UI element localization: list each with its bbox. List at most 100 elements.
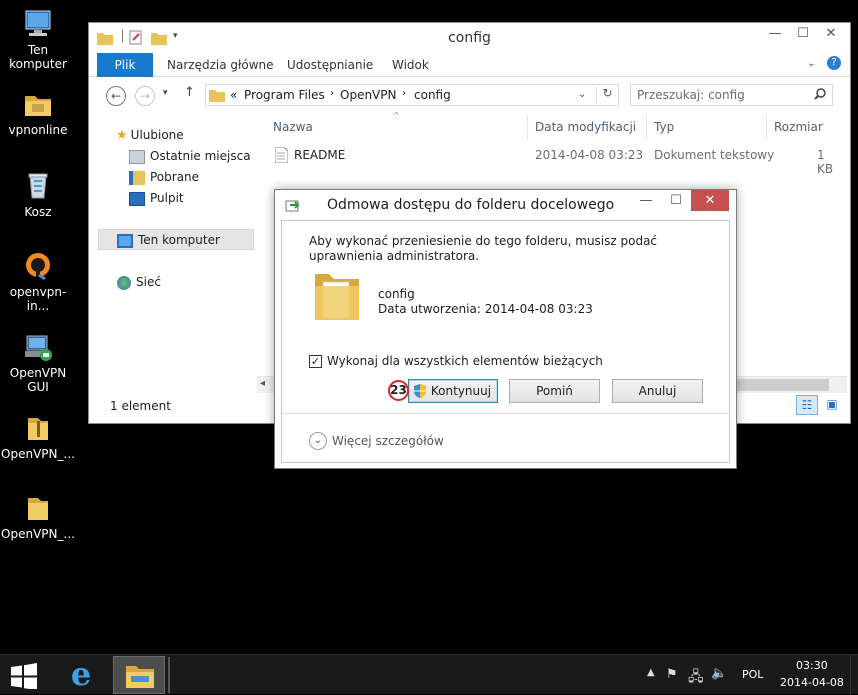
column-header-name[interactable]: Nazwa <box>273 120 313 134</box>
back-button[interactable]: ← <box>106 86 126 106</box>
nav-this-pc[interactable]: Ten komputer <box>117 231 220 249</box>
desktop-icon-label: OpenVPN_... <box>1 447 75 461</box>
skip-button[interactable]: Pomiń <box>509 379 600 403</box>
desktop-icon-openvpn-2[interactable]: OpenVPN_... <box>0 492 76 541</box>
taskbar-file-explorer[interactable] <box>113 656 165 694</box>
details-view-button[interactable]: ☷ <box>796 395 818 415</box>
minimize-button[interactable]: — <box>761 23 789 45</box>
dialog-minimize-button[interactable]: — <box>631 190 661 211</box>
column-header-size[interactable]: Rozmiar <box>774 120 823 134</box>
ribbon-tabs: Plik Narzędzia główne Udostępnianie Wido… <box>89 53 850 77</box>
desktop-icon-openvpn-1[interactable]: OpenVPN_... <box>0 412 76 461</box>
more-details-link[interactable]: Więcej szczegółów <box>332 434 444 448</box>
file-name: README <box>294 148 346 162</box>
nav-favorites[interactable]: ★ Ulubione <box>116 126 184 144</box>
table-row[interactable]: README 2014-04-08 03:23 Dokument tekstow… <box>269 144 844 176</box>
apply-to-all-label[interactable]: Wykonaj dla wszystkich elementów bieżący… <box>327 354 603 368</box>
breadcrumb-program-files[interactable]: Program Files <box>244 88 325 102</box>
recycle-bin-icon <box>22 170 54 202</box>
start-button[interactable] <box>10 663 38 692</box>
dialog-close-button[interactable]: ✕ <box>691 190 729 211</box>
nav-label: Pulpit <box>150 191 184 205</box>
breadcrumb-separator-icon[interactable]: › <box>330 88 334 99</box>
desktop-icon-label: OpenVPN_... <box>1 527 75 541</box>
internet-explorer-icon[interactable]: e <box>64 658 98 692</box>
text-file-icon <box>274 146 289 166</box>
computer-icon <box>22 8 54 40</box>
search-box[interactable]: Przeszukaj: config <box>630 84 833 106</box>
address-bar[interactable]: « Program Files › OpenVPN › config ⌄ ↻ <box>205 84 619 106</box>
desktop-icon-label: Ten komputer <box>9 43 67 71</box>
uac-shield-icon <box>413 383 427 406</box>
dialog-body: Aby wykonać przeniesienie do tego folder… <box>281 220 730 463</box>
recent-places-icon <box>129 149 145 164</box>
volume-icon[interactable]: 🔈 <box>711 666 727 681</box>
tab-share[interactable]: Udostępnianie <box>287 53 373 77</box>
desktop-icon-recycle-bin[interactable]: Kosz <box>0 170 76 219</box>
breadcrumb-config[interactable]: config <box>414 88 451 102</box>
forward-button[interactable]: → <box>135 86 155 106</box>
column-divider[interactable] <box>766 115 767 139</box>
tab-file[interactable]: Plik <box>97 53 153 77</box>
search-input[interactable]: Przeszukaj: config <box>637 88 745 102</box>
tab-view[interactable]: Widok <box>392 53 429 77</box>
show-desktop-button[interactable] <box>850 655 858 695</box>
maximize-button[interactable]: ☐ <box>789 23 817 45</box>
nav-desktop[interactable]: Pulpit <box>129 189 184 207</box>
access-denied-dialog: Odmowa dostępu do folderu docelowego — ☐… <box>274 189 737 469</box>
desktop-icon-vpnonline[interactable]: vpnonline <box>0 88 76 137</box>
address-dropdown-icon[interactable]: ⌄ <box>578 89 586 100</box>
help-icon[interactable]: ? <box>827 56 841 70</box>
network-status-icon[interactable]: 🖧 <box>688 666 704 690</box>
column-header-type[interactable]: Typ <box>654 120 674 134</box>
folder-icon <box>209 88 225 105</box>
column-divider[interactable] <box>527 115 528 139</box>
ribbon-expand-icon[interactable]: ⌄ <box>807 58 815 69</box>
nav-network[interactable]: Sieć <box>117 273 161 291</box>
breadcrumb-overflow[interactable]: « <box>230 88 237 102</box>
recent-locations-icon[interactable]: ▾ <box>163 88 168 98</box>
expand-details-icon[interactable]: ⌄ <box>309 432 327 450</box>
keyboard-layout[interactable]: POL <box>742 668 763 681</box>
item-date: Data utworzenia: 2014-04-08 03:23 <box>378 302 593 316</box>
large-icons-view-button[interactable]: ▣ <box>821 395 843 415</box>
taskbar-divider <box>168 657 170 693</box>
nav-downloads[interactable]: Pobrane <box>129 168 199 186</box>
tab-home[interactable]: Narzędzia główne <box>167 53 274 77</box>
desktop-icon-label: openvpn-in... <box>9 285 67 313</box>
breadcrumb-openvpn[interactable]: OpenVPN <box>340 88 396 102</box>
computer-icon <box>117 233 133 248</box>
dialog-separator <box>282 413 729 414</box>
cancel-button[interactable]: Anuluj <box>612 379 703 403</box>
clock-time[interactable]: 03:30 <box>796 659 828 672</box>
scroll-left-icon[interactable]: ◂ <box>260 378 265 389</box>
apply-to-all-checkbox[interactable]: ✓ <box>309 355 322 368</box>
column-divider[interactable] <box>646 115 647 139</box>
desktop-icon-this-pc[interactable]: Ten komputer <box>0 8 76 71</box>
column-header-modified[interactable]: Data modyfikacji <box>535 120 636 134</box>
desktop-icon-label: OpenVPN GUI <box>9 366 67 394</box>
search-icon[interactable] <box>813 87 827 104</box>
nav-favorites-label: Ulubione <box>130 128 184 142</box>
continue-button[interactable]: Kontynuuj <box>408 379 498 403</box>
refresh-button[interactable]: ↻ <box>596 86 618 104</box>
dialog-maximize-button[interactable]: ☐ <box>661 190 691 211</box>
desktop-icon-openvpn-gui[interactable]: OpenVPN GUI <box>0 331 76 394</box>
file-explorer-icon <box>125 663 155 692</box>
continue-label: Kontynuuj <box>430 384 492 398</box>
item-count: 1 element <box>110 399 171 413</box>
up-button[interactable]: ↑ <box>184 85 195 100</box>
action-center-icon[interactable]: ⚑ <box>666 667 678 682</box>
clock-date[interactable]: 2014-04-08 <box>780 676 844 689</box>
close-button[interactable]: ✕ <box>817 23 845 45</box>
breadcrumb-separator-icon[interactable]: › <box>402 88 406 99</box>
zip-folder-icon <box>22 412 54 444</box>
folder-icon <box>313 268 361 325</box>
downloads-icon <box>129 170 145 185</box>
item-name: config <box>378 287 415 301</box>
file-size: 1 KB <box>817 148 834 176</box>
nav-recent-places[interactable]: Ostatnie miejsca <box>129 147 251 165</box>
address-row: ← → ▾ ↑ « Program Files › OpenVPN › conf… <box>89 78 850 114</box>
show-hidden-icons-icon[interactable]: ▲ <box>647 667 655 678</box>
desktop-icon-openvpn-installer[interactable]: openvpn-in... <box>0 250 76 313</box>
